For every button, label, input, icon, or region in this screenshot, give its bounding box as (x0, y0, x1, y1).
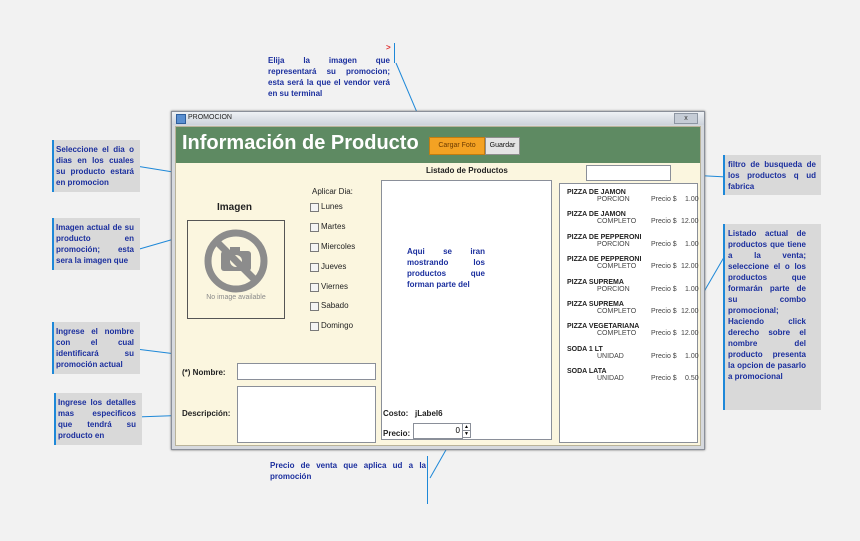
product-price-label: Precio $ (651, 330, 677, 337)
product-price-label: Precio $ (651, 286, 677, 293)
aplicar-dia-label: Aplicar Dia: (312, 187, 353, 196)
list-item[interactable]: SODA LATA UNIDAD Precio $ 0.50 (567, 368, 699, 384)
checkbox[interactable] (310, 243, 319, 252)
day-label: Jueves (321, 262, 347, 271)
product-price: 12.00 (681, 308, 699, 315)
checkbox[interactable] (310, 203, 319, 212)
product-unit: PORCION (597, 241, 630, 248)
spinner-down-icon[interactable]: ▼ (462, 430, 471, 438)
checkbox[interactable] (310, 263, 319, 272)
day-label: Viernes (321, 282, 348, 291)
day-label: Domingo (321, 321, 354, 330)
product-price: 0.50 (685, 375, 699, 382)
product-unit: COMPLETO (597, 218, 637, 225)
product-price: 12.00 (681, 330, 699, 337)
filtro-search-input[interactable] (586, 165, 671, 181)
costo-value: jLabel6 (415, 409, 443, 418)
annotation-listado: Listado actual de productos que tiene a … (728, 229, 806, 381)
no-image-text: No image available (206, 294, 266, 301)
app-icon (176, 114, 186, 124)
product-price-label: Precio $ (651, 241, 677, 248)
annotation-imagen: Imagen actual de su producto en promoció… (56, 223, 134, 265)
window-title: PROMOCION (188, 114, 232, 121)
promo-products-list[interactable]: Aqui se iran mostrando los productos que… (381, 180, 552, 440)
day-label: Miercoles (321, 242, 356, 251)
product-price: 1.00 (685, 241, 699, 248)
imagen-label: Imagen (217, 202, 253, 213)
listado-label: Listado de Productos (426, 166, 508, 175)
checkbox[interactable] (310, 302, 319, 311)
annotation-nombre: Ingrese el nombre con el cual identifica… (56, 327, 134, 369)
product-name: PIZZA DE JAMON (567, 189, 626, 196)
checkbox[interactable] (310, 283, 319, 292)
annotation-aqui: Aqui se iran mostrando los productos que… (407, 247, 485, 289)
product-name: PIZZA SUPREMA (567, 279, 624, 286)
product-name: PIZZA SUPREMA (567, 301, 624, 308)
list-item[interactable]: PIZZA SUPREMA PORCION Precio $ 1.00 (567, 279, 699, 295)
product-price: 1.00 (685, 196, 699, 203)
checkbox[interactable] (310, 223, 319, 232)
product-price-label: Precio $ (651, 308, 677, 315)
header-bar: Información de Producto Cargar Foto Guar… (176, 127, 700, 163)
product-price-label: Precio $ (651, 196, 677, 203)
product-price-label: Precio $ (651, 353, 677, 360)
product-unit: PORCION (597, 286, 630, 293)
list-item[interactable]: PIZZA VEGETARIANA COMPLETO Precio $ 12.00 (567, 323, 699, 339)
product-price: 12.00 (681, 218, 699, 225)
product-image: No image available (187, 220, 285, 319)
cargar-foto-button[interactable]: Cargar Foto (429, 137, 485, 155)
products-container: PIZZA DE JAMON PORCION Precio $1.00 PIZZA … (562, 187, 702, 447)
annotation-elija-imagen: Elija la imagen que representará su prom… (268, 56, 390, 98)
product-price-label: Precio $ (651, 375, 677, 382)
annotation-bracket (394, 43, 396, 63)
product-unit: COMPLETO (597, 263, 637, 270)
guardar-button[interactable]: Guardar (485, 137, 520, 155)
checkbox[interactable] (310, 322, 319, 331)
product-name: PIZZA VEGETARIANA (567, 323, 640, 330)
product-price: 1.00 (685, 353, 699, 360)
precio-input[interactable]: 0 (413, 423, 463, 439)
product-unit: UNIDAD (597, 353, 624, 360)
product-name: SODA LATA (567, 368, 607, 375)
product-name: SODA 1 LT (567, 346, 603, 353)
descripcion-textarea[interactable] (237, 386, 376, 443)
page-title: Información de Producto (182, 132, 419, 154)
list-item[interactable]: PIZZA DE PEPPERONI COMPLETO Precio $ 12.00 (567, 256, 699, 272)
annotation-bracket (427, 456, 429, 504)
annotation-precio: Precio de venta que aplica ud a la promo… (270, 461, 426, 481)
product-unit: PORCION (597, 196, 630, 203)
list-item[interactable]: SODA 1 LT UNIDAD Precio $ 1.00 (567, 346, 699, 362)
product-name: PIZZA DE JAMON (567, 211, 626, 218)
list-item[interactable]: PIZZA SUPREMA COMPLETO Precio $ 12.00 (567, 301, 699, 317)
day-label: Lunes (321, 202, 343, 211)
product-name: PIZZA DE PEPPERONI (567, 256, 642, 263)
list-item[interactable]: PIZZA DE JAMON PORCION Precio $ 1.00 (567, 189, 699, 205)
product-unit: COMPLETO (597, 308, 637, 315)
window-titlebar: PROMOCION x (172, 112, 704, 125)
product-price-label: Precio $ (651, 263, 677, 270)
annotation-detalles: Ingrese los detalles mas especificos que… (58, 398, 136, 440)
day-label: Sabado (321, 301, 349, 310)
product-unit: UNIDAD (597, 375, 624, 382)
list-item[interactable]: PIZZA DE JAMON COMPLETO Precio $ 12.00 (567, 211, 699, 227)
descripcion-label: Descripción: (182, 409, 231, 418)
annotation-dia: Seleccione el dia o dias en los cuales s… (56, 145, 134, 187)
annotation-marker: > (386, 43, 391, 52)
annotation-filtro: filtro de busqueda de los productos q ud… (728, 160, 816, 191)
product-unit: COMPLETO (597, 330, 637, 337)
nombre-label: (*) Nombre: (182, 368, 226, 377)
product-price: 12.00 (681, 263, 699, 270)
product-price-label: Precio $ (651, 218, 677, 225)
precio-label: Precio: (383, 429, 411, 438)
costo-label: Costo: (383, 409, 409, 418)
close-button[interactable]: x (674, 113, 698, 124)
nombre-input[interactable] (237, 363, 376, 380)
list-item[interactable]: PIZZA DE PEPPERONI PORCION Precio $ 1.00 (567, 234, 699, 250)
day-label: Martes (321, 222, 346, 231)
product-price: 1.00 (685, 286, 699, 293)
product-name: PIZZA DE PEPPERONI (567, 234, 642, 241)
no-image-icon (204, 229, 268, 293)
